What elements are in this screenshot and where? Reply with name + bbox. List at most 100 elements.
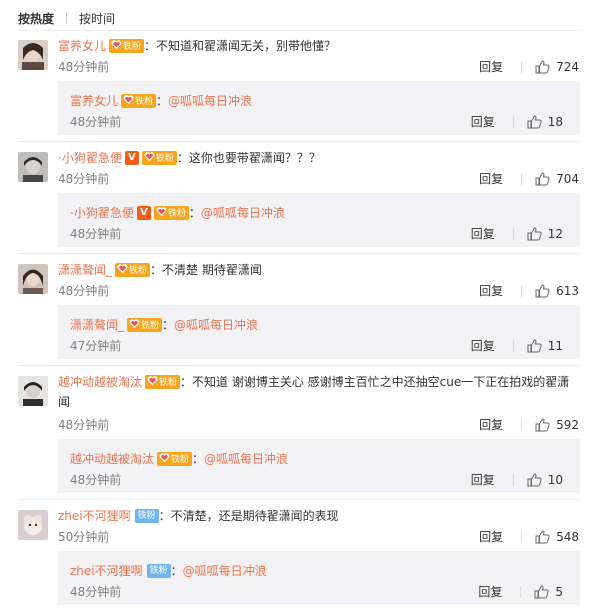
divider [18, 499, 579, 500]
fan-badge[interactable]: 铁粉 [115, 262, 151, 277]
reply-box: zhei不河狸啊 铁粉 ：@呱呱每日冲浪 48分钟前 回复 5 [58, 551, 580, 605]
thumbs-up-icon [527, 472, 542, 486]
username-link[interactable]: ·小狗翟急便 [70, 206, 134, 220]
reply-actions: 回复 10 [471, 471, 563, 488]
like-count: 592 [556, 417, 579, 432]
avatar[interactable] [18, 40, 48, 70]
divider [521, 60, 523, 73]
fan-badge[interactable]: 铁粉 [157, 451, 193, 466]
thumbs-up-icon [535, 283, 550, 297]
reply-text: 越冲动越被淘汰 铁粉 ：@呱呱每日冲浪 [70, 451, 289, 466]
divider [520, 585, 522, 598]
username-link[interactable]: 越冲动越被淘汰 [70, 452, 154, 466]
timestamp: 47分钟前 [70, 339, 122, 353]
comment-content: 闻 [58, 395, 71, 409]
reply-button[interactable]: 回复 [479, 58, 503, 75]
sort-by-time[interactable]: 按时间 [79, 10, 115, 27]
fan-badge[interactable]: 铁粉 [146, 563, 171, 578]
mention-link[interactable]: @呱呱每日冲浪 [174, 318, 258, 332]
divider [18, 253, 579, 254]
verified-badge[interactable]: V [124, 150, 139, 165]
username-link[interactable]: zhei不河狸啊 [58, 509, 131, 523]
username-link[interactable]: 潇潇聱闻_ [70, 318, 124, 332]
mention-link[interactable]: @呱呱每日冲浪 [201, 206, 285, 220]
timestamp: 48分钟前 [58, 284, 110, 298]
divider [512, 227, 514, 240]
avatar[interactable] [18, 376, 48, 406]
fan-badge[interactable]: 铁粉 [145, 374, 181, 389]
like-button[interactable]: 11 [527, 339, 563, 353]
like-count: 724 [556, 59, 579, 74]
like-count: 704 [556, 171, 579, 186]
comment-text: 富养女儿 铁粉 ：不知道和翟潇闻无关，别带他懂？ [58, 36, 580, 56]
comment-text: ·小狗翟急便 V 铁粉 ：这你也要带翟潇闻？？？ [58, 148, 580, 168]
reply-button[interactable]: 回复 [471, 471, 495, 488]
like-button[interactable]: 592 [535, 418, 579, 432]
fan-badge[interactable]: 铁粉 [121, 93, 157, 108]
username-link[interactable]: 富养女儿 [70, 94, 118, 108]
reply-button[interactable]: 回复 [479, 282, 503, 299]
comment-actions: 回复 704 [479, 170, 579, 187]
fan-badge[interactable]: 铁粉 [109, 38, 145, 53]
comment-content: ：不知道 谢谢博主关心 感谢博主百忙之中还抽空cue一下正在拍戏的翟潇 [180, 375, 570, 389]
username-link[interactable]: 富养女儿 [58, 39, 106, 53]
like-button[interactable]: 724 [535, 60, 579, 74]
comment-text: 潇潇聱闻_ 铁粉 ：不清楚 期待翟潇闻 [58, 260, 580, 280]
comment-content: ：这你也要带翟潇闻？？？ [176, 151, 321, 165]
avatar[interactable] [18, 152, 48, 182]
divider [18, 365, 579, 366]
fan-badge[interactable]: 铁粉 [134, 508, 159, 523]
reply-text: 潇潇聱闻_ 铁粉 ：@呱呱每日冲浪 [70, 317, 259, 332]
sort-bar: 按热度 按时间 [18, 10, 115, 26]
divider [512, 115, 514, 128]
heart-icon [111, 39, 122, 49]
avatar[interactable] [18, 264, 48, 294]
divider [512, 339, 514, 352]
avatar[interactable] [18, 510, 48, 540]
divider [66, 12, 68, 24]
fan-badge[interactable]: 铁粉 [127, 317, 163, 332]
reply-button[interactable]: 回复 [479, 416, 503, 433]
username-link[interactable]: ·小狗翟急便 [58, 151, 122, 165]
comment-text: 越冲动越被淘汰 铁粉 ：不知道 谢谢博主关心 感谢博主百忙之中还抽空cue一下正在拍… [58, 372, 580, 412]
fan-badge[interactable]: 铁粉 [141, 150, 177, 165]
like-count: 11 [547, 338, 563, 353]
sort-by-hot[interactable]: 按热度 [18, 10, 54, 27]
reply-actions: 回复 5 [478, 583, 563, 600]
username-link[interactable]: zhei不河狸啊 [70, 564, 143, 578]
mention-link[interactable]: @呱呱每日冲浪 [204, 452, 288, 466]
verified-badge[interactable]: V [136, 205, 151, 220]
like-button[interactable]: 548 [535, 530, 579, 544]
reply-button[interactable]: 回复 [479, 528, 503, 545]
like-button[interactable]: 5 [534, 585, 563, 599]
comment-actions: 回复 724 [479, 58, 579, 75]
like-button[interactable]: 613 [535, 284, 579, 298]
reply-box: 越冲动越被淘汰 铁粉 ：@呱呱每日冲浪 48分钟前 回复 10 [58, 439, 580, 493]
reply-button[interactable]: 回复 [471, 225, 495, 242]
like-button[interactable]: 10 [527, 473, 563, 487]
like-button[interactable]: 704 [535, 172, 579, 186]
mention-link[interactable]: @呱呱每日冲浪 [168, 94, 252, 108]
reply-button[interactable]: 回复 [479, 170, 503, 187]
heart-icon [117, 263, 128, 273]
username-link[interactable]: 越冲动越被淘汰 [58, 375, 142, 389]
thumbs-up-icon [535, 171, 550, 185]
divider [521, 172, 523, 185]
reply-box: ·小狗翟急便 V 铁粉 ：@呱呱每日冲浪 48分钟前 回复 12 [58, 193, 580, 247]
timestamp: 48分钟前 [70, 227, 122, 241]
timestamp: 48分钟前 [58, 60, 110, 74]
like-button[interactable]: 12 [527, 227, 563, 241]
reply-text: 富养女儿 铁粉 ：@呱呱每日冲浪 [70, 93, 253, 108]
timestamp: 48分钟前 [70, 473, 122, 487]
divider [18, 30, 579, 31]
like-button[interactable]: 18 [527, 115, 563, 129]
username-link[interactable]: 潇潇聱闻_ [58, 263, 112, 277]
reply-button[interactable]: 回复 [478, 583, 502, 600]
mention-link[interactable]: @呱呱每日冲浪 [183, 564, 267, 578]
reply-button[interactable]: 回复 [471, 113, 495, 130]
like-count: 548 [556, 529, 579, 544]
timestamp: 48分钟前 [58, 172, 110, 186]
reply-button[interactable]: 回复 [471, 337, 495, 354]
divider [512, 473, 514, 486]
fan-badge[interactable]: 铁粉 [153, 205, 189, 220]
